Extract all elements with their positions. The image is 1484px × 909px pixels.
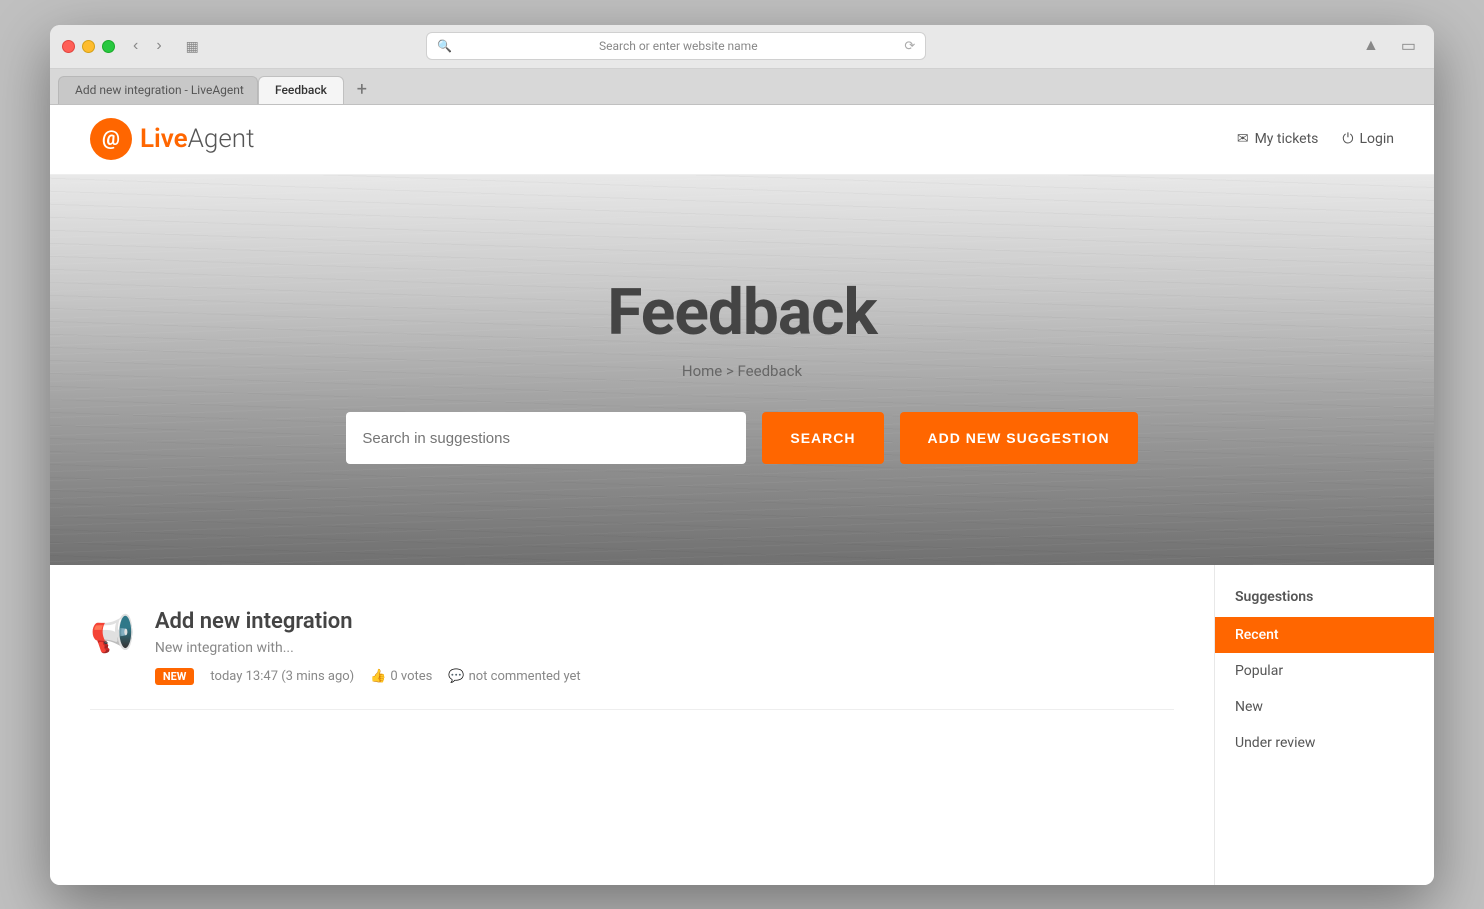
hero-section: Feedback Home > Feedback SEARCH ADD NEW … (50, 175, 1434, 565)
minimize-button[interactable] (82, 40, 95, 53)
refresh-button[interactable]: ⟳ (904, 39, 915, 54)
megaphone-icon: 📢 (90, 613, 135, 655)
hero-title: Feedback (70, 275, 1414, 350)
power-icon: ⏻ (1342, 131, 1353, 147)
reader-view-button[interactable]: ▦ (180, 36, 205, 57)
suggestion-description: New integration with... (155, 640, 1174, 656)
share-button[interactable]: ▲ (1357, 34, 1385, 58)
close-button[interactable] (62, 40, 75, 53)
suggestion-votes: 👍 0 votes (370, 669, 432, 684)
nav-buttons: ‹ › (127, 35, 168, 57)
thumbs-up-icon: 👍 (370, 669, 386, 684)
logo-icon: @ (90, 118, 132, 160)
sidebar: Suggestions Recent Popular New Under rev… (1214, 565, 1434, 885)
forward-button[interactable]: › (150, 35, 167, 57)
search-button[interactable]: SEARCH (762, 412, 883, 464)
add-tab-button[interactable]: + (348, 76, 376, 104)
sidebar-item-new[interactable]: New (1215, 689, 1434, 725)
comment-icon: 💬 (448, 669, 464, 684)
svg-text:@: @ (102, 126, 120, 150)
new-badge: New (155, 668, 195, 685)
title-bar: ‹ › ▦ 🔍 Search or enter website name ⟳ ▲… (50, 25, 1434, 69)
address-bar[interactable]: 🔍 Search or enter website name ⟳ (426, 32, 926, 60)
logo-text: LiveAgent (140, 124, 254, 154)
hero-search-row: SEARCH ADD NEW SUGGESTION (70, 412, 1414, 464)
logo-live: Live (140, 124, 188, 154)
header-nav: ✉ My tickets ⏻ Login (1237, 131, 1394, 147)
title-bar-right: ▲ ▭ (1357, 34, 1422, 58)
main-content: 📢 Add new integration New integration wi… (50, 565, 1434, 885)
suggestion-body: Add new integration New integration with… (155, 609, 1174, 685)
hero-content: Feedback Home > Feedback SEARCH ADD NEW … (50, 235, 1434, 504)
search-icon: 🔍 (437, 39, 452, 53)
traffic-lights (62, 40, 115, 53)
my-tickets-link[interactable]: ✉ My tickets (1237, 131, 1319, 147)
back-button[interactable]: ‹ (127, 35, 144, 57)
tab-feedback[interactable]: Feedback (258, 76, 344, 104)
logo-agent: Agent (188, 124, 255, 154)
add-suggestion-button[interactable]: ADD NEW SUGGESTION (900, 412, 1138, 464)
search-suggestions-input[interactable] (346, 412, 746, 464)
logo[interactable]: @ LiveAgent (90, 118, 254, 160)
maximize-button[interactable] (102, 40, 115, 53)
suggestion-item: 📢 Add new integration New integration wi… (90, 585, 1174, 710)
tab-bar: Add new integration - LiveAgent Feedback… (50, 69, 1434, 105)
hero-breadcrumb: Home > Feedback (70, 362, 1414, 380)
sidebar-item-popular[interactable]: Popular (1215, 653, 1434, 689)
site-header: @ LiveAgent ✉ My tickets ⏻ Login (50, 105, 1434, 175)
browser-window: ‹ › ▦ 🔍 Search or enter website name ⟳ ▲… (50, 25, 1434, 885)
tab-add-integration[interactable]: Add new integration - LiveAgent (58, 76, 258, 104)
suggestion-timestamp: today 13:47 (3 mins ago) (210, 669, 354, 684)
login-link[interactable]: ⏻ Login (1342, 131, 1394, 147)
suggestions-list: 📢 Add new integration New integration wi… (50, 565, 1214, 885)
sidebar-item-recent[interactable]: Recent (1215, 617, 1434, 653)
suggestion-title[interactable]: Add new integration (155, 609, 1174, 634)
envelope-icon: ✉ (1237, 131, 1249, 147)
suggestion-meta: New today 13:47 (3 mins ago) 👍 0 votes 💬… (155, 668, 1174, 685)
sidebar-title: Suggestions (1215, 581, 1434, 617)
address-bar-text: Search or enter website name (458, 39, 898, 53)
window-control-button[interactable]: ▭ (1395, 34, 1422, 58)
sidebar-item-under-review[interactable]: Under review (1215, 725, 1434, 761)
suggestion-comments: 💬 not commented yet (448, 669, 580, 684)
page-content: @ LiveAgent ✉ My tickets ⏻ Login (50, 105, 1434, 885)
